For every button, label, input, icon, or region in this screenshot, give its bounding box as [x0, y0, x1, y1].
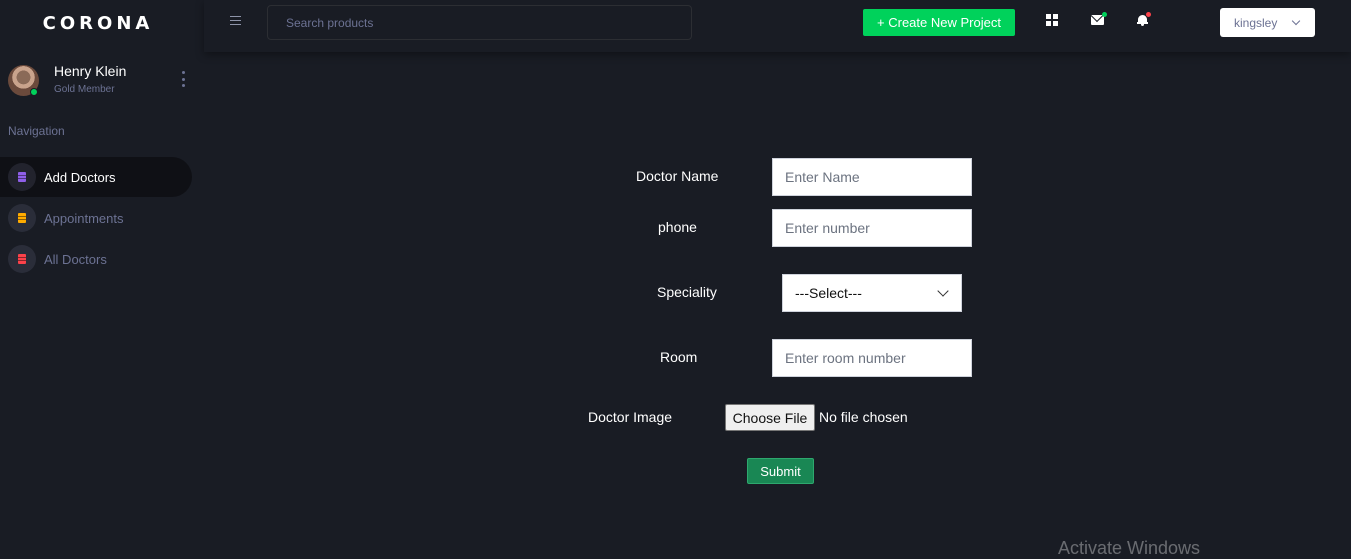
sidebar-item-add-doctors[interactable]: Add Doctors — [0, 157, 192, 197]
speciality-selected-value: ---Select--- — [795, 285, 862, 301]
mail-notification-dot — [1102, 12, 1107, 17]
user-dropdown[interactable]: kingsley — [1220, 8, 1315, 37]
document-icon — [8, 163, 36, 191]
room-input[interactable] — [772, 339, 972, 377]
profile-rank: Gold Member — [54, 84, 115, 95]
menu-toggle-icon[interactable] — [230, 16, 241, 25]
speciality-select[interactable]: ---Select--- — [782, 274, 962, 312]
user-name: kingsley — [1234, 15, 1278, 30]
sidebar-item-label: Appointments — [44, 210, 124, 226]
sidebar-item-all-doctors[interactable]: All Doctors — [0, 239, 192, 279]
document-icon — [8, 204, 36, 232]
doctor-name-label: Doctor Name — [636, 168, 719, 184]
nav-caption: Navigation — [8, 124, 65, 138]
phone-label: phone — [658, 219, 697, 235]
doctor-name-input[interactable] — [772, 158, 972, 196]
online-status-dot — [30, 88, 38, 96]
chevron-down-icon — [937, 285, 949, 297]
bell-notification-dot — [1146, 12, 1151, 17]
profile: Henry Klein Gold Member — [8, 63, 198, 99]
chevron-down-icon — [1291, 16, 1301, 26]
search-input[interactable] — [267, 5, 692, 40]
create-project-button[interactable]: + Create New Project — [863, 9, 1015, 36]
top-navbar: + Create New Project kingsley — [204, 0, 1351, 52]
document-icon — [8, 245, 36, 273]
sidebar-item-appointments[interactable]: Appointments — [0, 198, 192, 238]
activate-windows-watermark: Activate Windows — [1058, 538, 1201, 558]
doctor-image-label: Doctor Image — [588, 409, 673, 425]
sidebar-item-label: All Doctors — [44, 251, 107, 267]
speciality-label: Speciality — [657, 284, 717, 300]
room-label: Room — [660, 349, 698, 365]
more-vertical-icon[interactable] — [179, 71, 187, 87]
submit-button[interactable]: Submit — [747, 458, 814, 484]
choose-file-button[interactable]: Choose File — [725, 404, 815, 431]
brand-name[interactable]: CORONA — [43, 13, 154, 34]
phone-input[interactable] — [772, 209, 972, 247]
file-status: No file chosen — [819, 409, 908, 425]
brand-logo[interactable]: CORONA — [0, 0, 204, 46]
sidebar: CORONA Henry Klein Gold Member Navigatio… — [0, 0, 204, 553]
grid-icon[interactable] — [1046, 14, 1058, 26]
profile-name: Henry Klein — [54, 63, 127, 79]
sidebar-item-label: Add Doctors — [44, 169, 116, 185]
